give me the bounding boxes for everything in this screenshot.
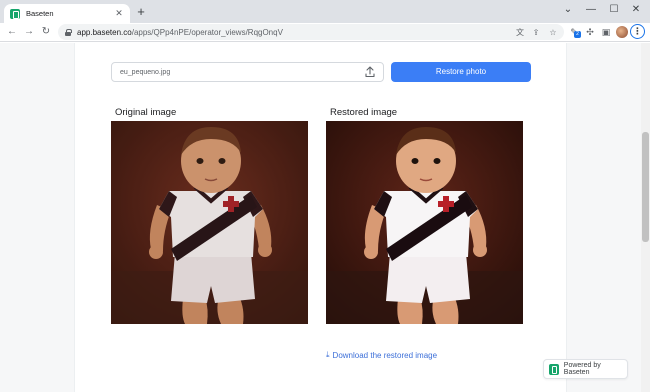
extension-badge: 2: [574, 31, 581, 38]
original-image-label: Original image: [115, 107, 177, 118]
lock-icon: [65, 28, 72, 36]
restored-image-label: Restored image: [330, 107, 398, 118]
back-arrow-icon[interactable]: ←: [5, 25, 19, 39]
download-icon: ⤓: [326, 350, 330, 359]
powered-by-baseten-badge[interactable]: Powered by Baseten: [543, 359, 628, 379]
forward-arrow-icon[interactable]: →: [22, 25, 36, 39]
minimize-button[interactable]: —: [582, 2, 600, 18]
maximize-button[interactable]: ☐: [605, 2, 623, 18]
baseten-favicon-icon: [10, 8, 20, 19]
puzzle-icon[interactable]: ✣: [583, 25, 597, 39]
tab-search-icon[interactable]: ⌄: [559, 2, 577, 18]
tab-close-icon[interactable]: ✕: [114, 8, 124, 19]
translate-icon[interactable]: 文: [514, 27, 526, 39]
side-panel-icon[interactable]: ▣: [599, 25, 613, 39]
file-name: eu_pequeno.jpg: [120, 68, 171, 76]
tab-title: Baseten: [26, 9, 54, 18]
bookmark-star-icon[interactable]: ☆: [547, 27, 559, 39]
page-viewport: eu_pequeno.jpg Restore photo Original im…: [0, 43, 650, 392]
browser-title-bar: Baseten ✕ + ⌄ — ☐ ✕: [0, 0, 650, 23]
file-upload-field[interactable]: eu_pequeno.jpg: [111, 62, 384, 82]
restored-photo: [326, 121, 523, 324]
kebab-menu-icon[interactable]: ⋮: [630, 24, 645, 39]
extension-icon[interactable]: ✎2: [567, 25, 581, 39]
url-text: app.baseten.co/apps/QPp4nPE/operator_vie…: [77, 27, 283, 37]
browser-tab[interactable]: Baseten ✕: [4, 4, 130, 23]
profile-avatar[interactable]: [616, 26, 628, 38]
new-tab-button[interactable]: +: [134, 5, 148, 19]
download-restored-link[interactable]: ⤓ Download the restored image: [326, 350, 437, 360]
download-link-label: Download the restored image: [332, 350, 438, 360]
browser-toolbar: ← → ↻ app.baseten.co/apps/QPp4nPE/operat…: [0, 23, 650, 42]
address-bar[interactable]: app.baseten.co/apps/QPp4nPE/operator_vie…: [58, 24, 564, 40]
baseten-logo-icon: [549, 363, 559, 375]
restore-photo-button[interactable]: Restore photo: [391, 62, 531, 82]
upload-icon[interactable]: [363, 65, 377, 79]
reload-icon[interactable]: ↻: [39, 25, 53, 39]
page-scrollbar[interactable]: [641, 43, 650, 392]
powered-by-text: Powered by Baseten: [563, 362, 601, 376]
scrollbar-thumb[interactable]: [642, 132, 649, 242]
original-photo: [111, 121, 308, 324]
close-window-button[interactable]: ✕: [627, 2, 645, 18]
share-icon[interactable]: ⇪: [530, 27, 542, 39]
